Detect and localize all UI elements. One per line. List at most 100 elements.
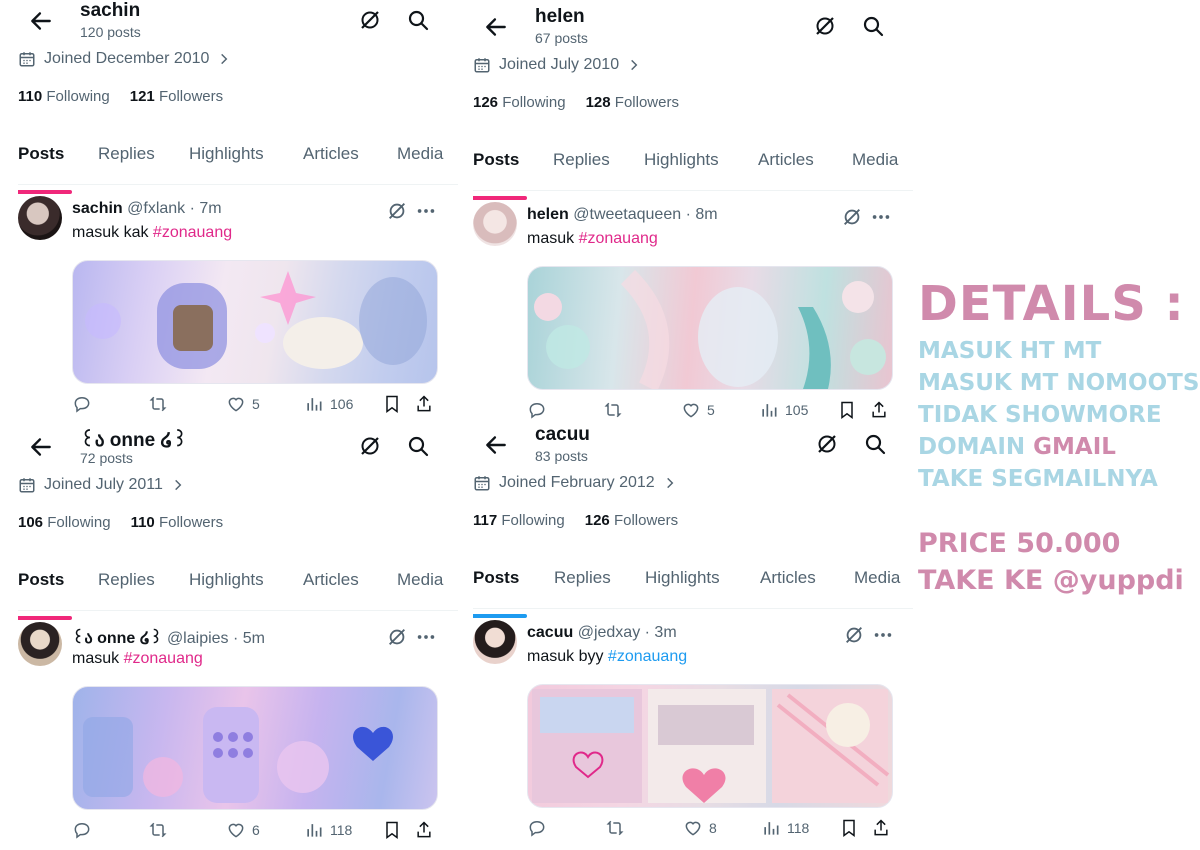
arrow-left-icon[interactable] — [28, 434, 54, 460]
arrow-left-icon[interactable] — [28, 8, 54, 34]
avatar[interactable] — [473, 202, 517, 246]
hashtag-link[interactable]: #zonauang — [579, 230, 658, 247]
grok-icon[interactable] — [358, 434, 382, 458]
chevron-right-icon — [666, 477, 674, 489]
post-actions: 5 106 — [72, 394, 442, 418]
grok-icon[interactable] — [843, 624, 865, 646]
grok-icon[interactable] — [386, 200, 408, 222]
bookmark-button[interactable] — [837, 400, 857, 420]
avatar[interactable] — [18, 196, 62, 240]
post-image[interactable] — [72, 260, 438, 384]
post-author[interactable]: ꒰ა onne ໒꒱ @laipies · 5m — [72, 626, 265, 648]
views-button[interactable]: 118 — [761, 818, 809, 838]
tab-highlights[interactable]: Highlights — [645, 568, 720, 588]
hashtag-link[interactable]: #zonauang — [153, 224, 232, 241]
share-icon — [872, 401, 886, 418]
views-button[interactable]: 106 — [304, 394, 353, 414]
hashtag-link[interactable]: #zonauang — [608, 648, 687, 665]
followers-link[interactable]: 110 Followers — [131, 514, 224, 531]
more-icon[interactable] — [872, 624, 894, 646]
joined-date[interactable]: Joined July 2010 — [473, 56, 641, 74]
following-link[interactable]: 110 Following — [18, 88, 110, 105]
more-icon[interactable] — [870, 206, 892, 228]
reply-button[interactable] — [72, 394, 92, 414]
tab-highlights[interactable]: Highlights — [644, 150, 719, 170]
tab-posts[interactable]: Posts — [473, 568, 527, 618]
tab-articles[interactable]: Articles — [758, 150, 814, 170]
search-icon[interactable] — [861, 14, 885, 38]
tab-highlights[interactable]: Highlights — [189, 570, 264, 590]
grok-icon[interactable] — [813, 14, 837, 38]
views-button[interactable]: 118 — [304, 820, 352, 840]
avatar[interactable] — [473, 620, 517, 664]
post-image[interactable] — [527, 266, 893, 390]
tab-highlights[interactable]: Highlights — [189, 144, 264, 164]
tab-media[interactable]: Media — [852, 150, 898, 170]
retweet-button[interactable] — [605, 818, 625, 838]
reply-button[interactable] — [72, 820, 92, 840]
tab-posts[interactable]: Posts — [18, 144, 72, 194]
profile-header: cacuu 83 posts — [473, 424, 913, 466]
followers-count: 128 — [585, 94, 611, 111]
grok-icon[interactable] — [841, 206, 863, 228]
tab-posts[interactable]: Posts — [473, 150, 527, 200]
bookmark-button[interactable] — [382, 820, 402, 840]
retweet-button[interactable] — [148, 820, 168, 840]
search-icon[interactable] — [406, 8, 430, 32]
arrow-left-icon[interactable] — [483, 14, 509, 40]
tab-replies[interactable]: Replies — [98, 570, 155, 590]
grok-icon[interactable] — [386, 626, 408, 648]
following-link[interactable]: 106 Following — [18, 514, 111, 531]
tab-replies[interactable]: Replies — [553, 150, 610, 170]
retweet-button[interactable] — [603, 400, 623, 420]
tab-replies[interactable]: Replies — [554, 568, 611, 588]
post-author[interactable]: cacuu @jedxay · 3m — [527, 624, 677, 642]
like-button[interactable]: 5 — [226, 394, 260, 414]
retweet-button[interactable] — [148, 394, 168, 414]
share-button[interactable] — [414, 394, 434, 414]
chevron-right-icon — [221, 53, 228, 65]
joined-date[interactable]: Joined February 2012 — [473, 474, 677, 492]
bookmark-button[interactable] — [382, 394, 402, 414]
joined-date[interactable]: Joined July 2011 — [18, 476, 185, 494]
tab-posts[interactable]: Posts — [18, 570, 72, 620]
search-icon[interactable] — [406, 434, 430, 458]
search-icon[interactable] — [863, 432, 887, 456]
reply-button[interactable] — [527, 400, 547, 420]
heart-icon — [685, 821, 701, 836]
tab-articles[interactable]: Articles — [760, 568, 816, 588]
like-button[interactable]: 8 — [683, 818, 717, 838]
following-link[interactable]: 117 Following — [473, 512, 565, 529]
followers-link[interactable]: 126 Followers — [585, 512, 678, 529]
avatar[interactable] — [18, 622, 62, 666]
post-image[interactable] — [72, 686, 438, 810]
views-button[interactable]: 105 — [759, 400, 808, 420]
tab-media[interactable]: Media — [397, 570, 443, 590]
tab-articles[interactable]: Articles — [303, 144, 359, 164]
reply-button[interactable] — [527, 818, 547, 838]
more-icon[interactable] — [415, 626, 437, 648]
post-image[interactable] — [527, 684, 893, 808]
post-author[interactable]: helen @tweetaqueen · 8m — [527, 206, 718, 224]
arrow-left-icon[interactable] — [483, 432, 509, 458]
share-button[interactable] — [869, 400, 889, 420]
followers-link[interactable]: 121 Followers — [130, 88, 223, 105]
followers-link[interactable]: 128 Followers — [586, 94, 679, 111]
active-tab-indicator — [473, 196, 527, 200]
bookmark-button[interactable] — [839, 818, 859, 838]
share-button[interactable] — [414, 820, 434, 840]
grok-icon[interactable] — [358, 8, 382, 32]
hashtag-link[interactable]: #zonauang — [124, 650, 203, 667]
like-button[interactable]: 5 — [681, 400, 715, 420]
tab-media[interactable]: Media — [397, 144, 443, 164]
following-link[interactable]: 126 Following — [473, 94, 566, 111]
share-button[interactable] — [871, 818, 891, 838]
tab-articles[interactable]: Articles — [303, 570, 359, 590]
like-button[interactable]: 6 — [226, 820, 260, 840]
more-icon[interactable] — [415, 200, 437, 222]
tab-replies[interactable]: Replies — [98, 144, 155, 164]
post-author[interactable]: sachin @fxlank · 7m — [72, 200, 222, 218]
joined-date[interactable]: Joined December 2010 — [18, 50, 231, 68]
tab-media[interactable]: Media — [854, 568, 900, 588]
grok-icon[interactable] — [815, 432, 839, 456]
